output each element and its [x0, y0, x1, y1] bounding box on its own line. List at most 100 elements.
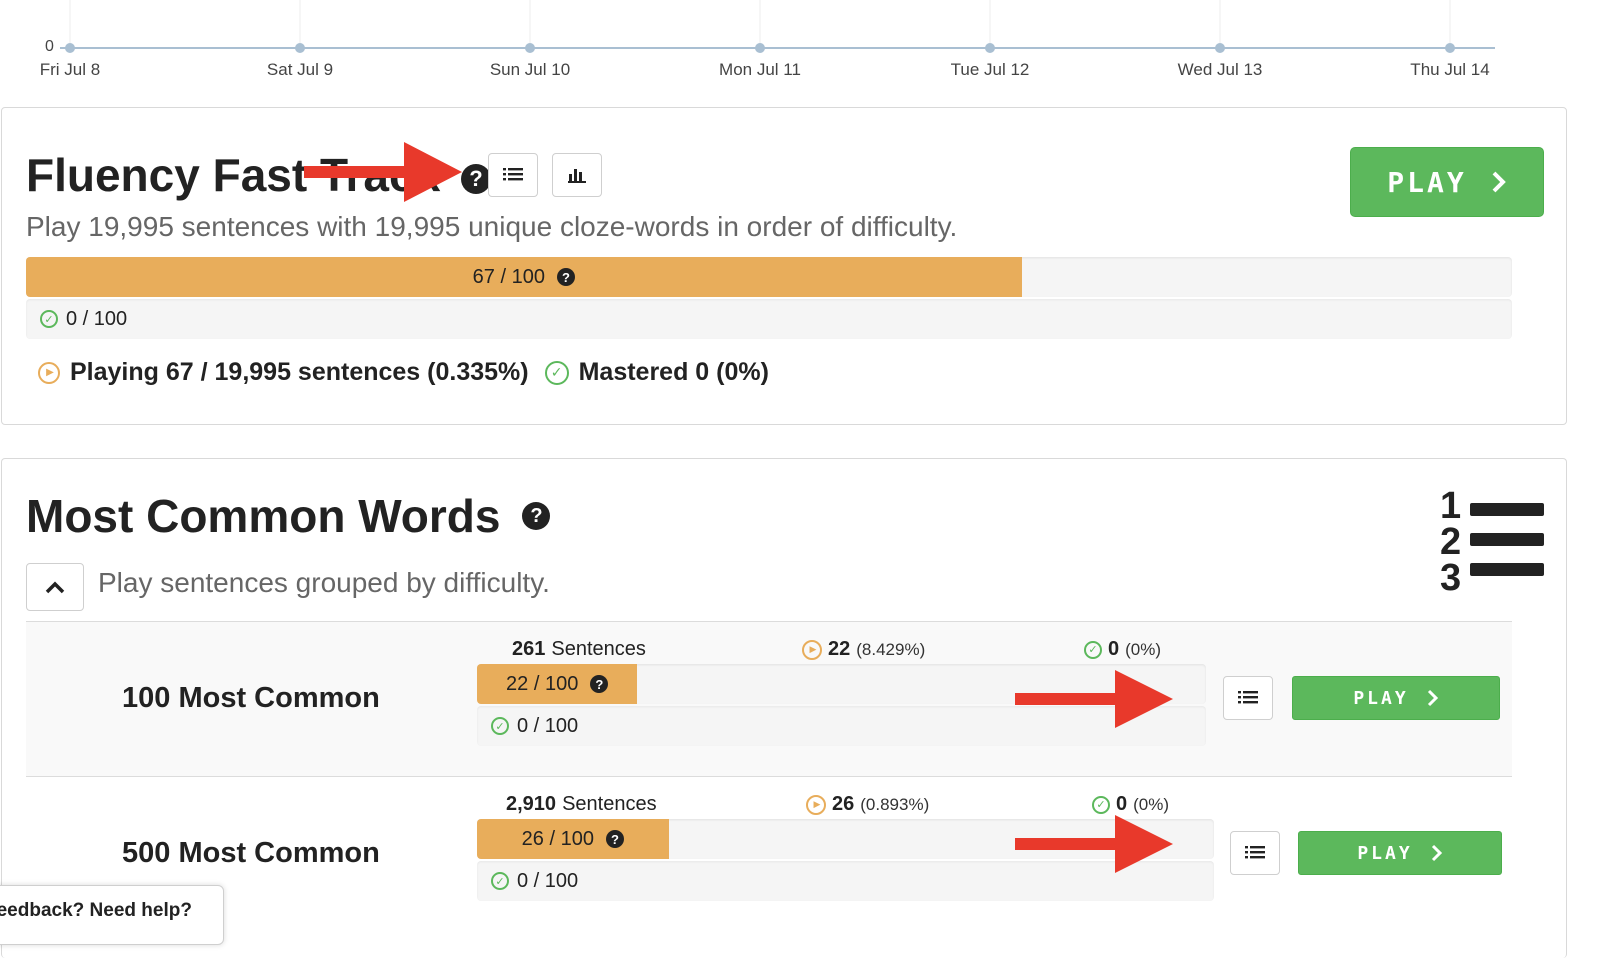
mastered-progress-bar: ✓ 0 / 100	[26, 299, 1512, 339]
timeline-date-label: Fri Jul 8	[39, 60, 101, 79]
chevron-right-icon	[1431, 844, 1442, 862]
help-icon-glyph: ?	[530, 504, 543, 527]
timeline-date-label: Sun Jul 10	[489, 60, 571, 79]
feedback-help-tab[interactable]: Feedback? Need help?	[0, 885, 224, 945]
most-common-words-title-text: Most Common Words	[26, 490, 501, 542]
group-row-500-most-common: 500 Most Common 2,910 Sentences ▶ 26 (0.…	[26, 776, 1512, 931]
playing-progress-bar: 67 / 100 ?	[26, 257, 1512, 297]
mastered-stat: Mastered 0 (0%)	[578, 358, 769, 386]
timeline-date-label: Tue Jul 12	[950, 60, 1030, 79]
timeline-point	[985, 43, 995, 53]
check-circle-icon: ✓	[1092, 795, 1110, 814]
playing-count: ▶ 26 (0.893%)	[806, 793, 929, 816]
timeline-point	[65, 43, 75, 53]
group-play-button[interactable]: PLAY	[1292, 676, 1500, 720]
playing-progress-label: 67 / 100	[472, 265, 545, 288]
collapse-button[interactable]	[26, 563, 84, 611]
annotation-arrow	[1015, 670, 1173, 728]
playing-count-percent: (0.893%)	[860, 794, 930, 814]
check-circle-icon: ✓	[491, 717, 509, 735]
annotation-arrow	[304, 142, 462, 202]
most-common-words-description: Play sentences grouped by difficulty.	[98, 567, 550, 598]
fluency-fast-track-stats: ▶ Playing 67 / 19,995 sentences (0.335%)…	[38, 358, 769, 387]
playing-progress-fill: 26 / 100 ?	[477, 819, 669, 859]
timeline-date-label: Mon Jul 11	[719, 60, 801, 79]
numbered-list-icon: 1 2 3	[1440, 487, 1544, 597]
timeline-date-label: Thu Jul 14	[1410, 60, 1490, 79]
timeline-point	[525, 43, 535, 53]
playing-count-percent: (8.429%)	[856, 639, 926, 659]
play-button-label: PLAY	[1357, 842, 1413, 864]
sentences-count-label: Sentences	[562, 793, 657, 815]
fluency-fast-track-play-button[interactable]: PLAY	[1350, 147, 1544, 217]
list-view-button[interactable]	[1223, 676, 1273, 720]
playing-progress-fill: 67 / 100 ?	[26, 257, 1022, 297]
list-icon	[503, 168, 523, 181]
help-icon[interactable]: ?	[522, 502, 551, 530]
stats-button[interactable]	[552, 153, 602, 197]
timeline-chart	[60, 0, 1495, 53]
timeline-point	[1215, 43, 1225, 53]
timeline-gridlines	[69, 0, 1451, 48]
check-circle-icon: ✓	[40, 310, 58, 328]
mastered-count-value: 0	[1116, 793, 1128, 815]
list-view-button[interactable]	[488, 153, 538, 197]
group-title: 100 Most Common	[122, 682, 380, 714]
list-icon	[1245, 846, 1265, 859]
play-circle-icon: ▶	[38, 361, 60, 384]
most-common-words-title: Most Common Words ?	[26, 489, 551, 543]
play-button-label: PLAY	[1353, 687, 1409, 709]
timeline-point	[755, 43, 765, 53]
mastered-count-percent: (0%)	[1125, 639, 1162, 659]
sentences-count: 261 Sentences	[512, 638, 646, 661]
timeline-y-zero-label: 0	[45, 38, 54, 55]
fluency-fast-track-description: Play 19,995 sentences with 19,995 unique…	[26, 211, 958, 242]
list-view-button[interactable]	[1230, 831, 1280, 875]
playing-progress-fill: 22 / 100 ?	[477, 664, 638, 704]
list-icon	[1238, 691, 1258, 704]
timeline-point	[1445, 43, 1455, 53]
playing-count-value: 26	[832, 793, 855, 815]
most-common-words-panel: Most Common Words ? Play sentences group…	[1, 458, 1567, 958]
list-number: 3	[1440, 557, 1462, 599]
group-play-button[interactable]: PLAY	[1298, 831, 1502, 875]
play-circle-icon: ▶	[806, 794, 826, 815]
playing-progress-label: 22 / 100	[506, 672, 579, 695]
sentences-count-value: 2,910	[506, 793, 557, 815]
mastered-progress-label: 0 / 100	[66, 307, 128, 330]
timeline-point	[295, 43, 305, 53]
playing-stat: Playing 67 / 19,995 sentences (0.335%)	[70, 358, 529, 386]
mastered-count-percent: (0%)	[1133, 794, 1170, 814]
mastered-count-value: 0	[1108, 638, 1120, 660]
check-circle-icon: ✓	[544, 360, 569, 385]
fluency-fast-track-panel: Fluency Fast Track ? PLAY Play 19,995 se…	[1, 107, 1567, 425]
help-icon[interactable]: ?	[556, 268, 575, 286]
annotation-arrow	[1015, 815, 1173, 873]
feedback-label: Feedback? Need help?	[0, 900, 192, 921]
group-row-100-most-common: 100 Most Common 261 Sentences ▶ 22 (8.42…	[26, 621, 1512, 776]
chevron-up-icon	[45, 581, 65, 594]
list-number: 1	[1440, 485, 1462, 527]
list-number: 2	[1440, 521, 1462, 563]
mastered-count: ✓ 0 (0%)	[1084, 638, 1161, 661]
playing-count: ▶ 22 (8.429%)	[802, 638, 925, 661]
chevron-right-icon	[1427, 689, 1438, 707]
playing-count-value: 22	[828, 638, 851, 660]
sentences-count-value: 261	[512, 638, 546, 660]
play-circle-icon: ▶	[802, 639, 822, 660]
group-title: 500 Most Common	[122, 837, 380, 869]
help-icon-glyph: ?	[469, 165, 483, 191]
check-circle-icon: ✓	[1084, 640, 1102, 659]
sentences-count: 2,910 Sentences	[506, 793, 657, 816]
activity-timeline: 0 Fri Jul 8 Sat Jul 9 Sun Jul 10 Mon Jul…	[0, 0, 1600, 100]
check-circle-icon: ✓	[491, 872, 509, 890]
timeline-date-label: Sat Jul 9	[266, 60, 334, 79]
sentences-count-label: Sentences	[551, 638, 646, 660]
bar-chart-icon	[568, 169, 586, 183]
chevron-right-icon	[1492, 171, 1506, 193]
playing-progress-label: 26 / 100	[521, 827, 594, 850]
help-icon[interactable]: ?	[590, 675, 609, 693]
help-icon[interactable]: ?	[605, 830, 624, 848]
timeline-date-label: Wed Jul 13	[1177, 60, 1263, 79]
mastered-progress-label: 0 / 100	[517, 714, 579, 737]
